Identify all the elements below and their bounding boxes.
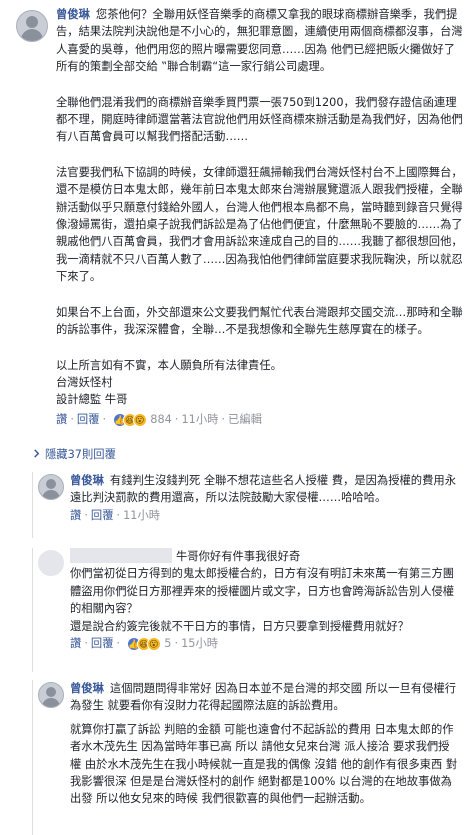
avatar[interactable] <box>38 474 64 500</box>
wow-icon: 😮 <box>146 637 161 652</box>
reaction-count[interactable]: 884 <box>150 413 172 426</box>
comment-body: 曾俊琳 您茶他何？全聯用妖怪音樂季的商標又拿我的眼球商標辦音樂季，我們提告，結果法… <box>56 6 464 428</box>
comment-actions: 讚 · 回覆 · 👍 😆 😮 884 · 11小時 · 已編輯 <box>56 412 262 427</box>
sign-title: 設計總監 牛哥 <box>56 393 128 407</box>
reaction-icons[interactable]: 👍 😆 😮 <box>126 637 161 652</box>
author-name[interactable]: 曾俊琳 <box>70 474 104 487</box>
wow-icon: 😮 <box>132 412 147 427</box>
like-link[interactable]: 讚 <box>56 413 67 426</box>
avatar[interactable] <box>38 682 64 708</box>
reply-link[interactable]: 回覆 <box>91 637 114 650</box>
reply-item: 牛哥你好有件事我很好奇 你們當初從日方得到的鬼太郎授權合約，日方有沒有明訂未來萬… <box>30 548 462 672</box>
timestamp[interactable]: 15小時 <box>181 637 218 650</box>
sign-company: 台灣妖怪村 <box>56 375 113 389</box>
timestamp[interactable]: 11小時 <box>181 413 218 426</box>
post-paragraph: 如果台不上台面，外交部還來公文要我們幫忙代表台灣跟邦交國交流…那時和全聯的訴訟事… <box>56 305 463 337</box>
chevron-right-icon <box>34 449 40 458</box>
like-link[interactable]: 讚 <box>70 509 81 522</box>
author-name[interactable]: 曾俊琳 <box>70 682 104 695</box>
hidden-replies-label: 隱藏37則回覆 <box>45 448 116 461</box>
author-name[interactable]: 曾俊琳 <box>56 8 90 21</box>
post-paragraph: 法官要我們私下協調的時候，女律師還狂飆掃輸我們台灣妖怪村台不上國際舞台，還不是模… <box>56 165 463 284</box>
timestamp[interactable]: 11小時 <box>123 509 160 522</box>
post-paragraph: 您茶他何？全聯用妖怪音樂季的商標又拿我的眼球商標辦音樂季，我們提告，結果法院判決… <box>56 8 463 74</box>
reply-item: 曾俊琳 這個問題問得非常好 因為日本並不是台灣的邦交國 所以一旦有侵權行為發生 就… <box>30 680 462 835</box>
hidden-replies-toggle[interactable]: 隱藏37則回覆 <box>32 446 462 464</box>
reply-lead: 牛哥你好有件事我很好奇 <box>176 550 301 563</box>
reaction-count[interactable]: 5 <box>164 637 171 650</box>
redacted-name <box>70 548 172 563</box>
comment-actions: 讚 · 回覆 · 11小時 <box>70 508 161 522</box>
reaction-icons[interactable]: 👍 😆 😮 <box>112 412 147 427</box>
reply-text: 這個問題問得非常好 因為日本並不是台灣的邦交國 所以一旦有侵權行為發生 就要看你… <box>70 682 456 713</box>
closing-statement: 以上所言如有不實，本人願負所有法律責任。 <box>56 358 282 372</box>
reply-text: 你們當初從日方得到的鬼太郎授權合約，日方有沒有明訂未來萬一有第三方團體盜用你們從… <box>70 567 455 633</box>
like-link[interactable]: 讚 <box>70 637 81 650</box>
edited-label[interactable]: 已編輯 <box>228 413 262 426</box>
avatar[interactable] <box>16 10 48 42</box>
reply-link[interactable]: 回覆 <box>91 509 114 522</box>
reply-link[interactable]: 回覆 <box>77 413 100 426</box>
post-paragraph: 全聯他們混淆我們的商標辦音樂季買門票一張750到1200，我們發存證信函連理都不… <box>56 95 463 144</box>
signature: 以上所言如有不實，本人願負所有法律責任。 台灣妖怪村 設計總監 牛哥 <box>56 357 464 409</box>
reply-text: 有錢判生沒錢判死 全聯不想花這些名人授權 費，是因為授權的費用永遠比判決罰款的費… <box>70 474 456 505</box>
reply-item: 曾俊琳 有錢判生沒錢判死 全聯不想花這些名人授權 費，是因為授權的費用永遠比判決罰… <box>30 472 462 538</box>
avatar[interactable] <box>38 550 64 576</box>
reply-text-continued: 就算你打贏了訴訟 判賠的金額 可能也遠會付不起訴訟的費用 日本鬼太郎的作者水木茂… <box>70 722 458 806</box>
comment-actions: 讚 · 回覆 · 👍 😆 😮 5 · 15小時 <box>70 637 219 652</box>
